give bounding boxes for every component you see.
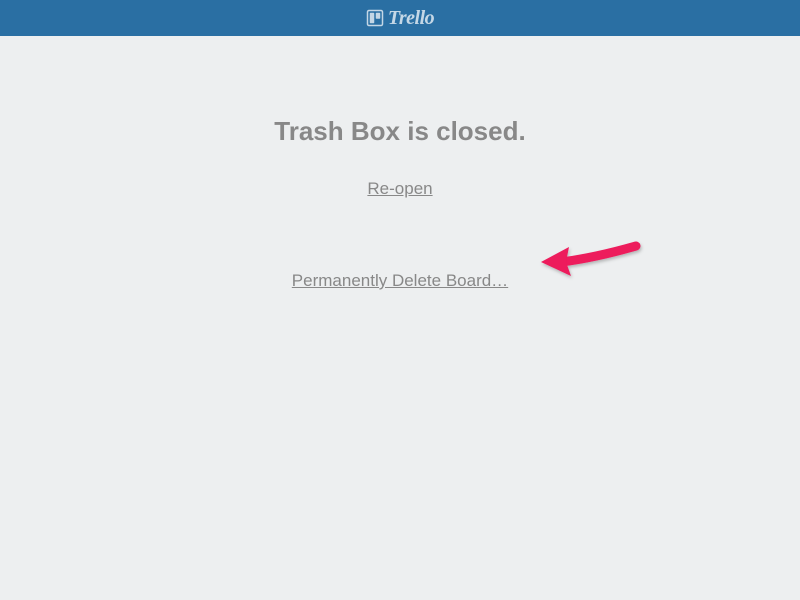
trello-icon xyxy=(366,9,384,27)
app-logo[interactable]: Trello xyxy=(366,7,434,30)
page-title: Trash Box is closed. xyxy=(0,116,800,147)
app-header: Trello xyxy=(0,0,800,36)
brand-name: Trello xyxy=(388,7,434,30)
permanently-delete-link[interactable]: Permanently Delete Board… xyxy=(292,271,508,291)
reopen-link[interactable]: Re-open xyxy=(367,179,432,199)
main-content: Trash Box is closed. Re-open Permanently… xyxy=(0,36,800,291)
